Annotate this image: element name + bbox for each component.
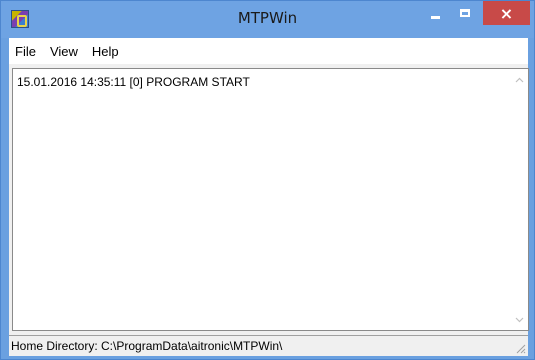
menu-file[interactable]: File <box>15 44 36 59</box>
close-icon: × <box>499 3 514 23</box>
menu-bar: File View Help <box>9 38 528 64</box>
vertical-scrollbar[interactable] <box>511 69 528 330</box>
menu-view[interactable]: View <box>50 44 78 59</box>
chevron-down-icon <box>515 317 524 322</box>
title-bar[interactable]: MTPWin × <box>1 1 534 38</box>
log-line: 15.01.2016 14:35:11 [0] PROGRAM START <box>17 75 250 89</box>
menu-help[interactable]: Help <box>92 44 119 59</box>
resize-grip-icon[interactable] <box>514 342 526 354</box>
scroll-down-button[interactable] <box>511 311 528 328</box>
status-bar: Home Directory: C:\ProgramData\aitronic\… <box>9 335 528 356</box>
maximize-button[interactable] <box>451 1 479 25</box>
log-output[interactable]: 15.01.2016 14:35:11 [0] PROGRAM START <box>12 68 529 331</box>
home-directory-text: Home Directory: C:\ProgramData\aitronic\… <box>11 339 283 353</box>
scroll-up-button[interactable] <box>511 71 528 88</box>
minimize-icon <box>430 15 440 19</box>
chevron-up-icon <box>515 77 524 82</box>
app-window: MTPWin × File View Help 15.01.2016 14:35… <box>0 0 535 360</box>
minimize-button[interactable] <box>421 1 449 25</box>
client-area: File View Help 15.01.2016 14:35:11 [0] P… <box>9 38 529 356</box>
close-button[interactable]: × <box>483 1 530 25</box>
maximize-icon <box>460 9 470 17</box>
